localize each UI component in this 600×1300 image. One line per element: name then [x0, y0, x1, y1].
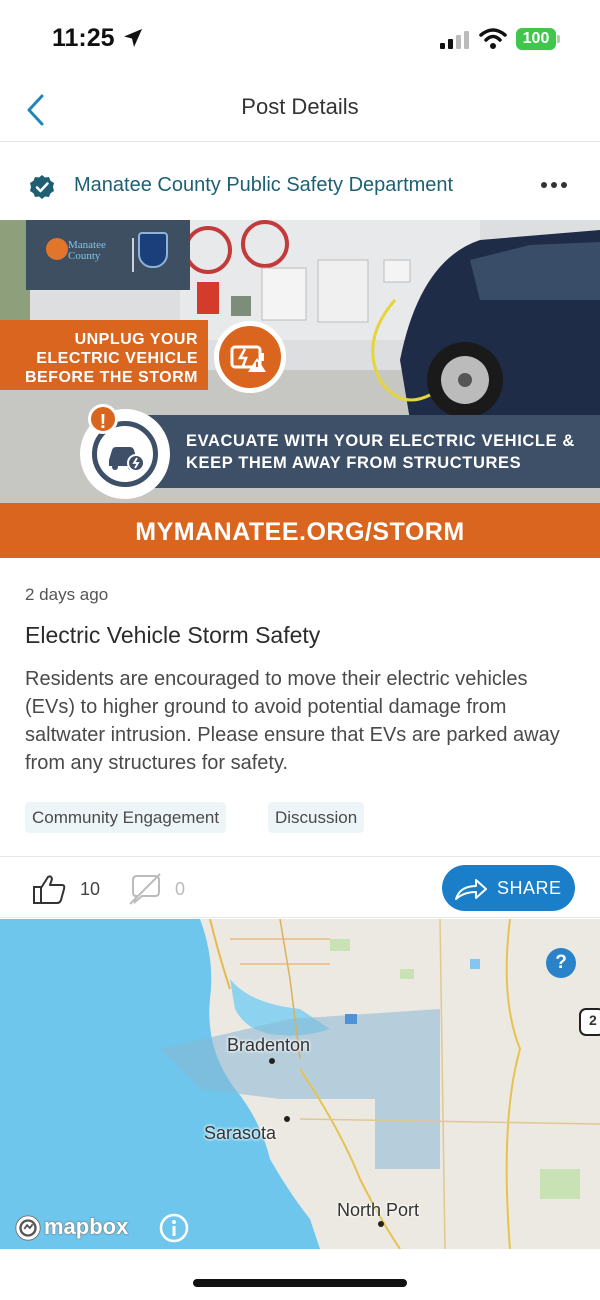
map-label-bradenton: Bradenton: [227, 1035, 311, 1055]
map-label-sarasota: Sarasota: [204, 1123, 277, 1143]
unplug-warning-circle: [214, 321, 286, 393]
unplug-message: UNPLUG YOUR ELECTRIC VEHICLE BEFORE THE …: [24, 331, 198, 386]
nav-bar: Post Details: [0, 80, 600, 142]
battery-indicator: 100: [516, 28, 556, 50]
post-body-text: Residents are encouraged to move their e…: [25, 668, 560, 774]
battery-warning-icon: [230, 345, 266, 372]
tag-discussion[interactable]: Discussion: [268, 802, 365, 833]
cellular-signal-icon: [440, 31, 469, 49]
county-logos: Manatee County: [26, 220, 190, 290]
tag-community-engagement[interactable]: Community Engagement: [25, 802, 227, 833]
wifi-icon: [479, 28, 507, 49]
share-arrow-icon: [455, 879, 487, 900]
county-sun-logo: [46, 238, 68, 260]
verified-badge-icon: [30, 175, 54, 199]
logo-divider: [132, 238, 134, 272]
share-label: SHARE: [497, 878, 562, 898]
public-safety-badge-logo: [138, 232, 168, 268]
like-count: 10: [80, 879, 101, 899]
home-indicator: [193, 1279, 407, 1287]
info-icon: [159, 1213, 189, 1243]
status-time: 11:25: [52, 24, 115, 52]
banner-url: MYMANATEE.ORG/STORM: [135, 518, 465, 546]
post-action-bar: 10 0 SHARE: [0, 856, 600, 918]
car-charging-icon: [109, 447, 145, 472]
comment-disabled-icon: [129, 873, 161, 905]
post-timestamp: 2 days ago: [25, 585, 109, 604]
share-button[interactable]: SHARE: [442, 865, 575, 911]
post-title: Electric Vehicle Storm Safety: [25, 622, 321, 648]
post-banner-image[interactable]: Manatee County UNPLUG YOUR ELECTRIC VEHI…: [0, 220, 600, 558]
map-info-button[interactable]: [158, 1212, 190, 1244]
county-logo-text: Manatee County: [68, 239, 106, 262]
mapbox-logo-icon: [15, 1215, 41, 1241]
page-title: Post Details: [241, 94, 359, 119]
author-name[interactable]: Manatee County Public Safety Department: [74, 174, 453, 197]
thumbs-up-icon: [33, 875, 66, 904]
map-label-north-port: North Port: [337, 1200, 420, 1220]
mapbox-attribution: mapbox: [44, 1214, 129, 1239]
alert-exclamation-icon: !: [88, 404, 118, 434]
comment-count: 0: [175, 879, 186, 899]
more-options-button[interactable]: [536, 169, 572, 199]
evacuate-message: EVACUATE WITH YOUR ELECTRIC VEHICLE & KE…: [186, 432, 575, 472]
status-bar: 11:25 100: [0, 0, 600, 80]
map-tiles: [0, 919, 600, 1249]
location-map[interactable]: Bradenton Sarasota North Port 2 ? mapbox: [0, 919, 600, 1249]
like-button[interactable]: [32, 873, 68, 905]
highway-shield: 2: [589, 1012, 597, 1028]
comment-button[interactable]: [127, 872, 163, 906]
post-header: Manatee County Public Safety Department: [0, 143, 600, 220]
battery-tip: [557, 35, 560, 43]
location-arrow-icon: [124, 29, 142, 47]
more-horizontal-icon: [541, 182, 567, 188]
map-help-button[interactable]: ?: [546, 948, 576, 978]
